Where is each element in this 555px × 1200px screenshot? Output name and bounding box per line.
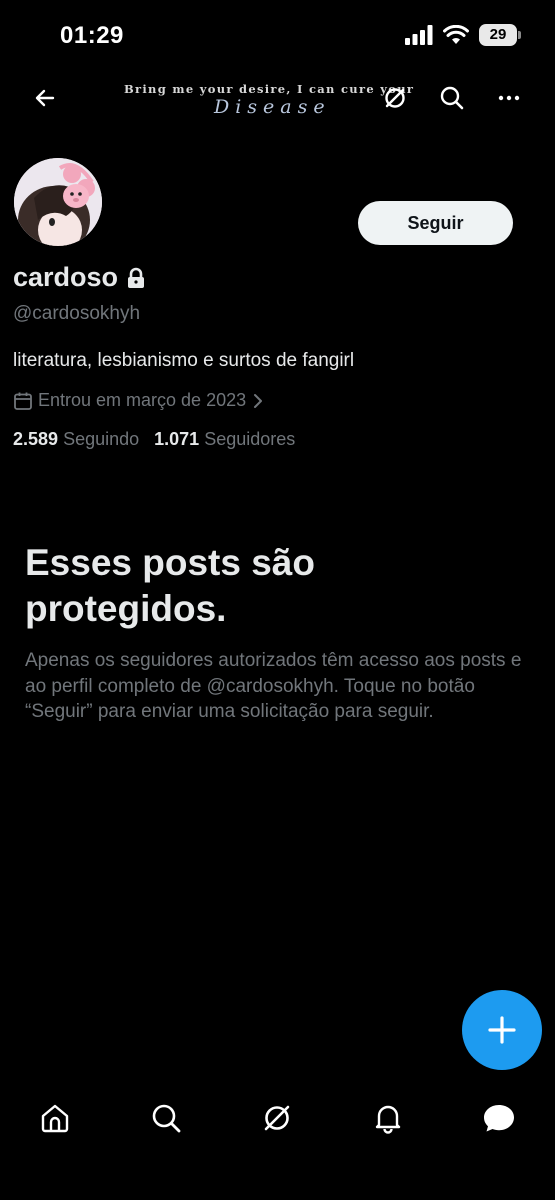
more-options-button[interactable] [489,78,529,118]
search-button[interactable] [432,78,472,118]
cellular-signal-icon [405,25,433,45]
user-handle: @cardosokhyh [13,303,141,324]
search-icon [440,86,464,110]
tab-home[interactable] [30,1098,80,1138]
battery-level: 29 [489,26,507,43]
follow-button[interactable]: Seguir [358,201,513,245]
grok-icon [385,88,405,108]
followers-count: 1.071 [154,429,200,449]
follow-stats: 2.589 Seguindo 1.071 Seguidores [13,429,295,450]
battery-cap [518,31,521,39]
plus-icon [488,1016,516,1044]
home-icon [41,1104,69,1133]
status-time: 01:29 [60,22,124,49]
avatar[interactable] [12,156,104,248]
tab-notifications[interactable] [363,1098,413,1138]
wifi-icon [443,25,469,44]
tab-search[interactable] [141,1098,191,1138]
back-arrow-icon [35,89,55,107]
user-bio: literatura, lesbianismo e surtos de fang… [13,350,355,371]
display-name-row: cardoso [13,262,146,293]
grok-button[interactable] [375,78,415,118]
following-stat[interactable]: 2.589 Seguindo [13,429,139,450]
join-date-row[interactable]: Entrou em março de 2023 [13,390,265,411]
banner-text-line1: Bring me your desire, I can cure your [124,82,415,96]
grok-icon [264,1105,290,1131]
display-name: cardoso [13,262,119,292]
back-button[interactable] [25,78,65,118]
header-banner: Bring me your desire, I can cure your Di… [0,74,555,128]
protected-posts-description: Apenas os seguidores autorizados têm ace… [25,650,522,722]
more-icon [498,95,520,101]
followers-stat[interactable]: 1.071 Seguidores [154,429,295,450]
notifications-icon [375,1105,401,1134]
compose-post-button[interactable] [462,990,542,1070]
join-date: Entrou em março de 2023 [38,390,247,410]
following-label: Seguindo [63,429,140,449]
avatar-illustration [14,158,102,246]
status-bar: 01:29 29 [0,0,555,74]
battery-indicator: 29 [479,24,521,46]
messages-icon [484,1105,514,1132]
tab-messages[interactable] [474,1098,524,1138]
profile-screen: 01:29 29 Bring me your desire, I can cur… [0,0,555,1200]
followers-label: Seguidores [204,429,296,449]
protected-posts-title: Esses posts são protegidos. [25,542,315,629]
tab-grok[interactable] [252,1098,302,1138]
following-count: 2.589 [13,429,59,449]
lock-icon [128,267,145,288]
banner-text-line2: Disease [214,96,331,118]
search-icon [152,1104,181,1133]
bottom-tab-bar [0,1084,555,1200]
calendar-icon [14,392,32,410]
chevron-right-icon [254,393,263,408]
status-indicators: 29 [405,24,521,46]
